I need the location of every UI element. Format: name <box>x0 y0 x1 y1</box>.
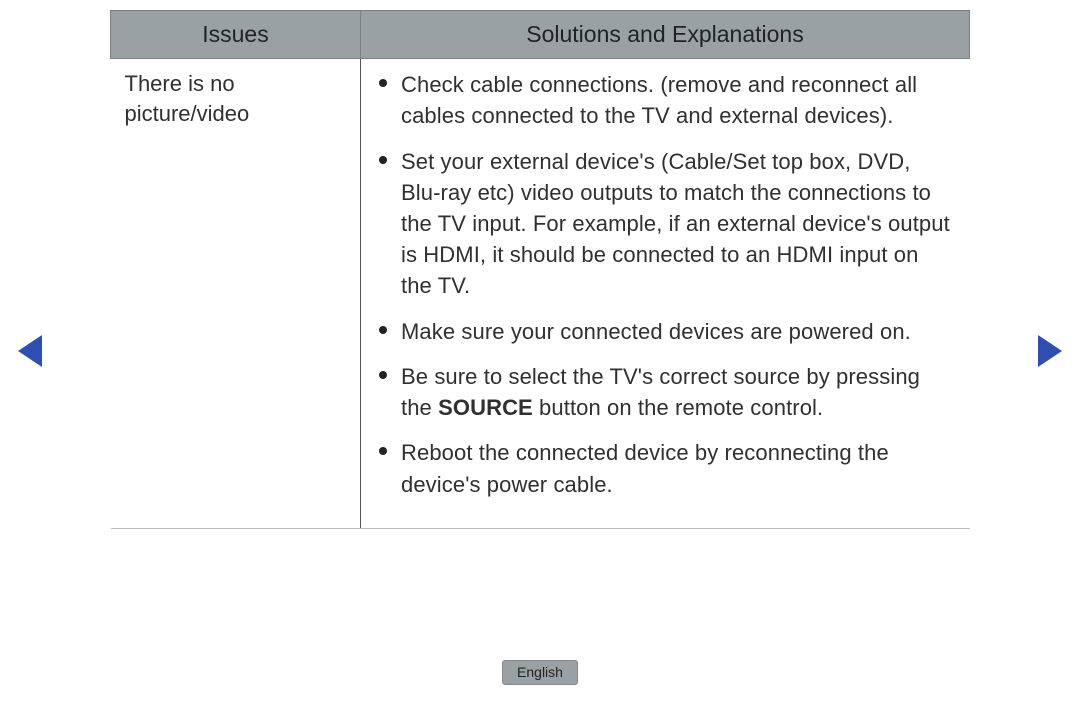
list-item: Set your external device's (Cable/Set to… <box>375 146 956 302</box>
content-page: Issues Solutions and Explanations There … <box>110 10 970 529</box>
solutions-cell: Check cable connections. (remove and rec… <box>361 59 970 529</box>
troubleshooting-table: Issues Solutions and Explanations There … <box>110 10 970 529</box>
bold-segment: SOURCE <box>438 395 533 420</box>
text-segment: button on the remote control. <box>533 395 823 420</box>
list-item: Be sure to select the TV's correct sourc… <box>375 361 956 423</box>
table-row: There is no picture/video Check cable co… <box>111 59 970 529</box>
list-item: Reboot the connected device by reconnect… <box>375 437 956 499</box>
header-issues: Issues <box>111 11 361 59</box>
list-item: Make sure your connected devices are pow… <box>375 316 956 347</box>
list-item: Check cable connections. (remove and rec… <box>375 69 956 131</box>
header-solutions: Solutions and Explanations <box>361 11 970 59</box>
issue-cell: There is no picture/video <box>111 59 361 529</box>
next-page-arrow[interactable] <box>1038 335 1062 367</box>
solutions-list: Check cable connections. (remove and rec… <box>375 69 956 500</box>
prev-page-arrow[interactable] <box>18 335 42 367</box>
language-badge: English <box>502 660 578 685</box>
